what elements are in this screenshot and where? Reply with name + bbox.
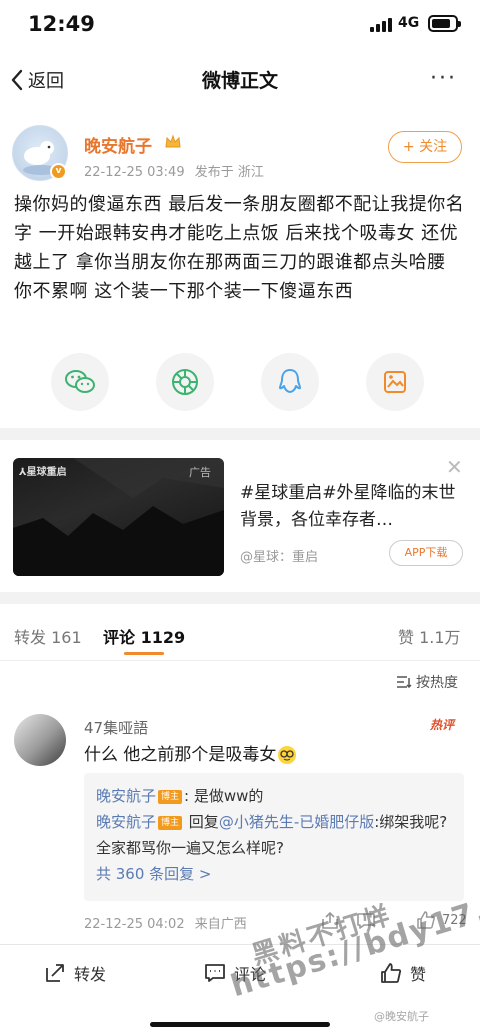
sort-button[interactable]: 按热度: [396, 672, 458, 692]
tab-comments[interactable]: 评论 1129: [103, 624, 185, 648]
reply-mention[interactable]: @小猪先生-已婚肥仔版: [219, 813, 374, 831]
wechat-icon: [65, 370, 95, 393]
moments-share-button[interactable]: [156, 353, 214, 411]
reply-prefix: 回复: [184, 813, 219, 831]
comment-date: 22-12-25 04:02: [84, 917, 185, 932]
like-label: 赞: [410, 965, 427, 984]
reply-item: 晚安航子 博主 回复@小猪先生-已婚肥仔版:绑架我呢? 全家都骂你一遍又怎么样呢?: [96, 809, 452, 861]
repost-button[interactable]: 转发: [44, 961, 106, 985]
app-download-button[interactable]: APP下载: [389, 540, 463, 566]
wechat-share-button[interactable]: [51, 353, 109, 411]
post-location: 发布于 浙江: [194, 165, 264, 180]
comment-body: 什么 他之前那个是吸毒女: [84, 745, 277, 765]
sort-icon: [397, 676, 412, 689]
comment-meta: 22-12-25 04:02 来自广西: [84, 913, 247, 932]
ad-source[interactable]: @星球：重启: [240, 546, 318, 565]
like-icon: [381, 963, 402, 983]
network-type: 4G: [398, 15, 420, 31]
sort-label: 按热度: [416, 675, 458, 691]
status-time: 12:49: [28, 12, 95, 36]
author-name[interactable]: 晚安航子: [84, 132, 152, 157]
active-tab-indicator: [124, 652, 164, 655]
ad-tag: 广告: [189, 466, 211, 479]
blogger-badge: 博主: [158, 815, 183, 830]
post-meta: 22-12-25 03:49 发布于 浙江: [84, 161, 264, 180]
reply-user[interactable]: 晚安航子: [96, 787, 156, 805]
tab-likes[interactable]: 赞 1.1万: [398, 624, 461, 648]
blogger-badge: 博主: [158, 789, 183, 804]
commenter-avatar[interactable]: [14, 714, 66, 766]
hot-comment-tag: 热评: [430, 718, 455, 732]
save-image-button[interactable]: [366, 353, 424, 411]
section-divider: [0, 592, 480, 604]
more-replies-link[interactable]: 共 360 条回复 >: [96, 861, 452, 887]
comment-icon: [205, 964, 225, 982]
ad-logo: ⅄星球重启: [19, 467, 67, 478]
section-divider: [0, 428, 480, 440]
signal-icon: [370, 16, 394, 32]
page-title: 微博正文: [201, 70, 278, 92]
moments-icon: [172, 369, 198, 395]
reply-box[interactable]: 晚安航子 博主: 是做ww的 晚安航子 博主 回复@小猪先生-已婚肥仔版:绑架我呢?…: [84, 773, 464, 901]
qq-icon: [279, 369, 301, 393]
repost-icon: [46, 964, 64, 982]
like-button[interactable]: 赞: [380, 961, 426, 985]
glasses-emoji-icon: [278, 746, 297, 764]
tab-repost[interactable]: 转发 161: [14, 624, 82, 648]
ad-image[interactable]: ⅄星球重启 广告: [13, 458, 224, 576]
ad-close-icon[interactable]: ✕: [446, 455, 463, 479]
post-body: 操你妈的傻逼东西 最后发一条朋友圈都不配让我提你名字 一开始跟韩安冉才能吃上点饭…: [14, 194, 465, 302]
crown-icon: [164, 133, 182, 151]
post-date: 22-12-25 03:49: [84, 165, 185, 180]
share-row: [0, 353, 480, 413]
follow-button[interactable]: + 关注: [388, 131, 462, 163]
home-indicator: [150, 1022, 330, 1027]
reply-item: 晚安航子 博主: 是做ww的: [96, 783, 452, 809]
reply-text: : 是做ww的: [184, 787, 264, 805]
battery-icon: [428, 15, 461, 32]
reply-user[interactable]: 晚安航子: [96, 813, 156, 831]
more-button[interactable]: ···: [430, 66, 457, 91]
watermark-handle: @晚安航子: [374, 1010, 429, 1023]
comment-text: 什么 他之前那个是吸毒女: [84, 740, 297, 765]
comment-source: 来自广西: [194, 917, 247, 932]
tab-divider: [0, 660, 480, 661]
commenter-name[interactable]: 47集哑語: [84, 717, 148, 738]
repost-label: 转发: [74, 965, 107, 984]
image-save-icon: [384, 371, 406, 393]
verified-badge: v: [50, 163, 67, 180]
qq-share-button[interactable]: [261, 353, 319, 411]
ad-text[interactable]: #星球重启#外星降临的末世背景，各位幸存者…: [240, 480, 465, 534]
